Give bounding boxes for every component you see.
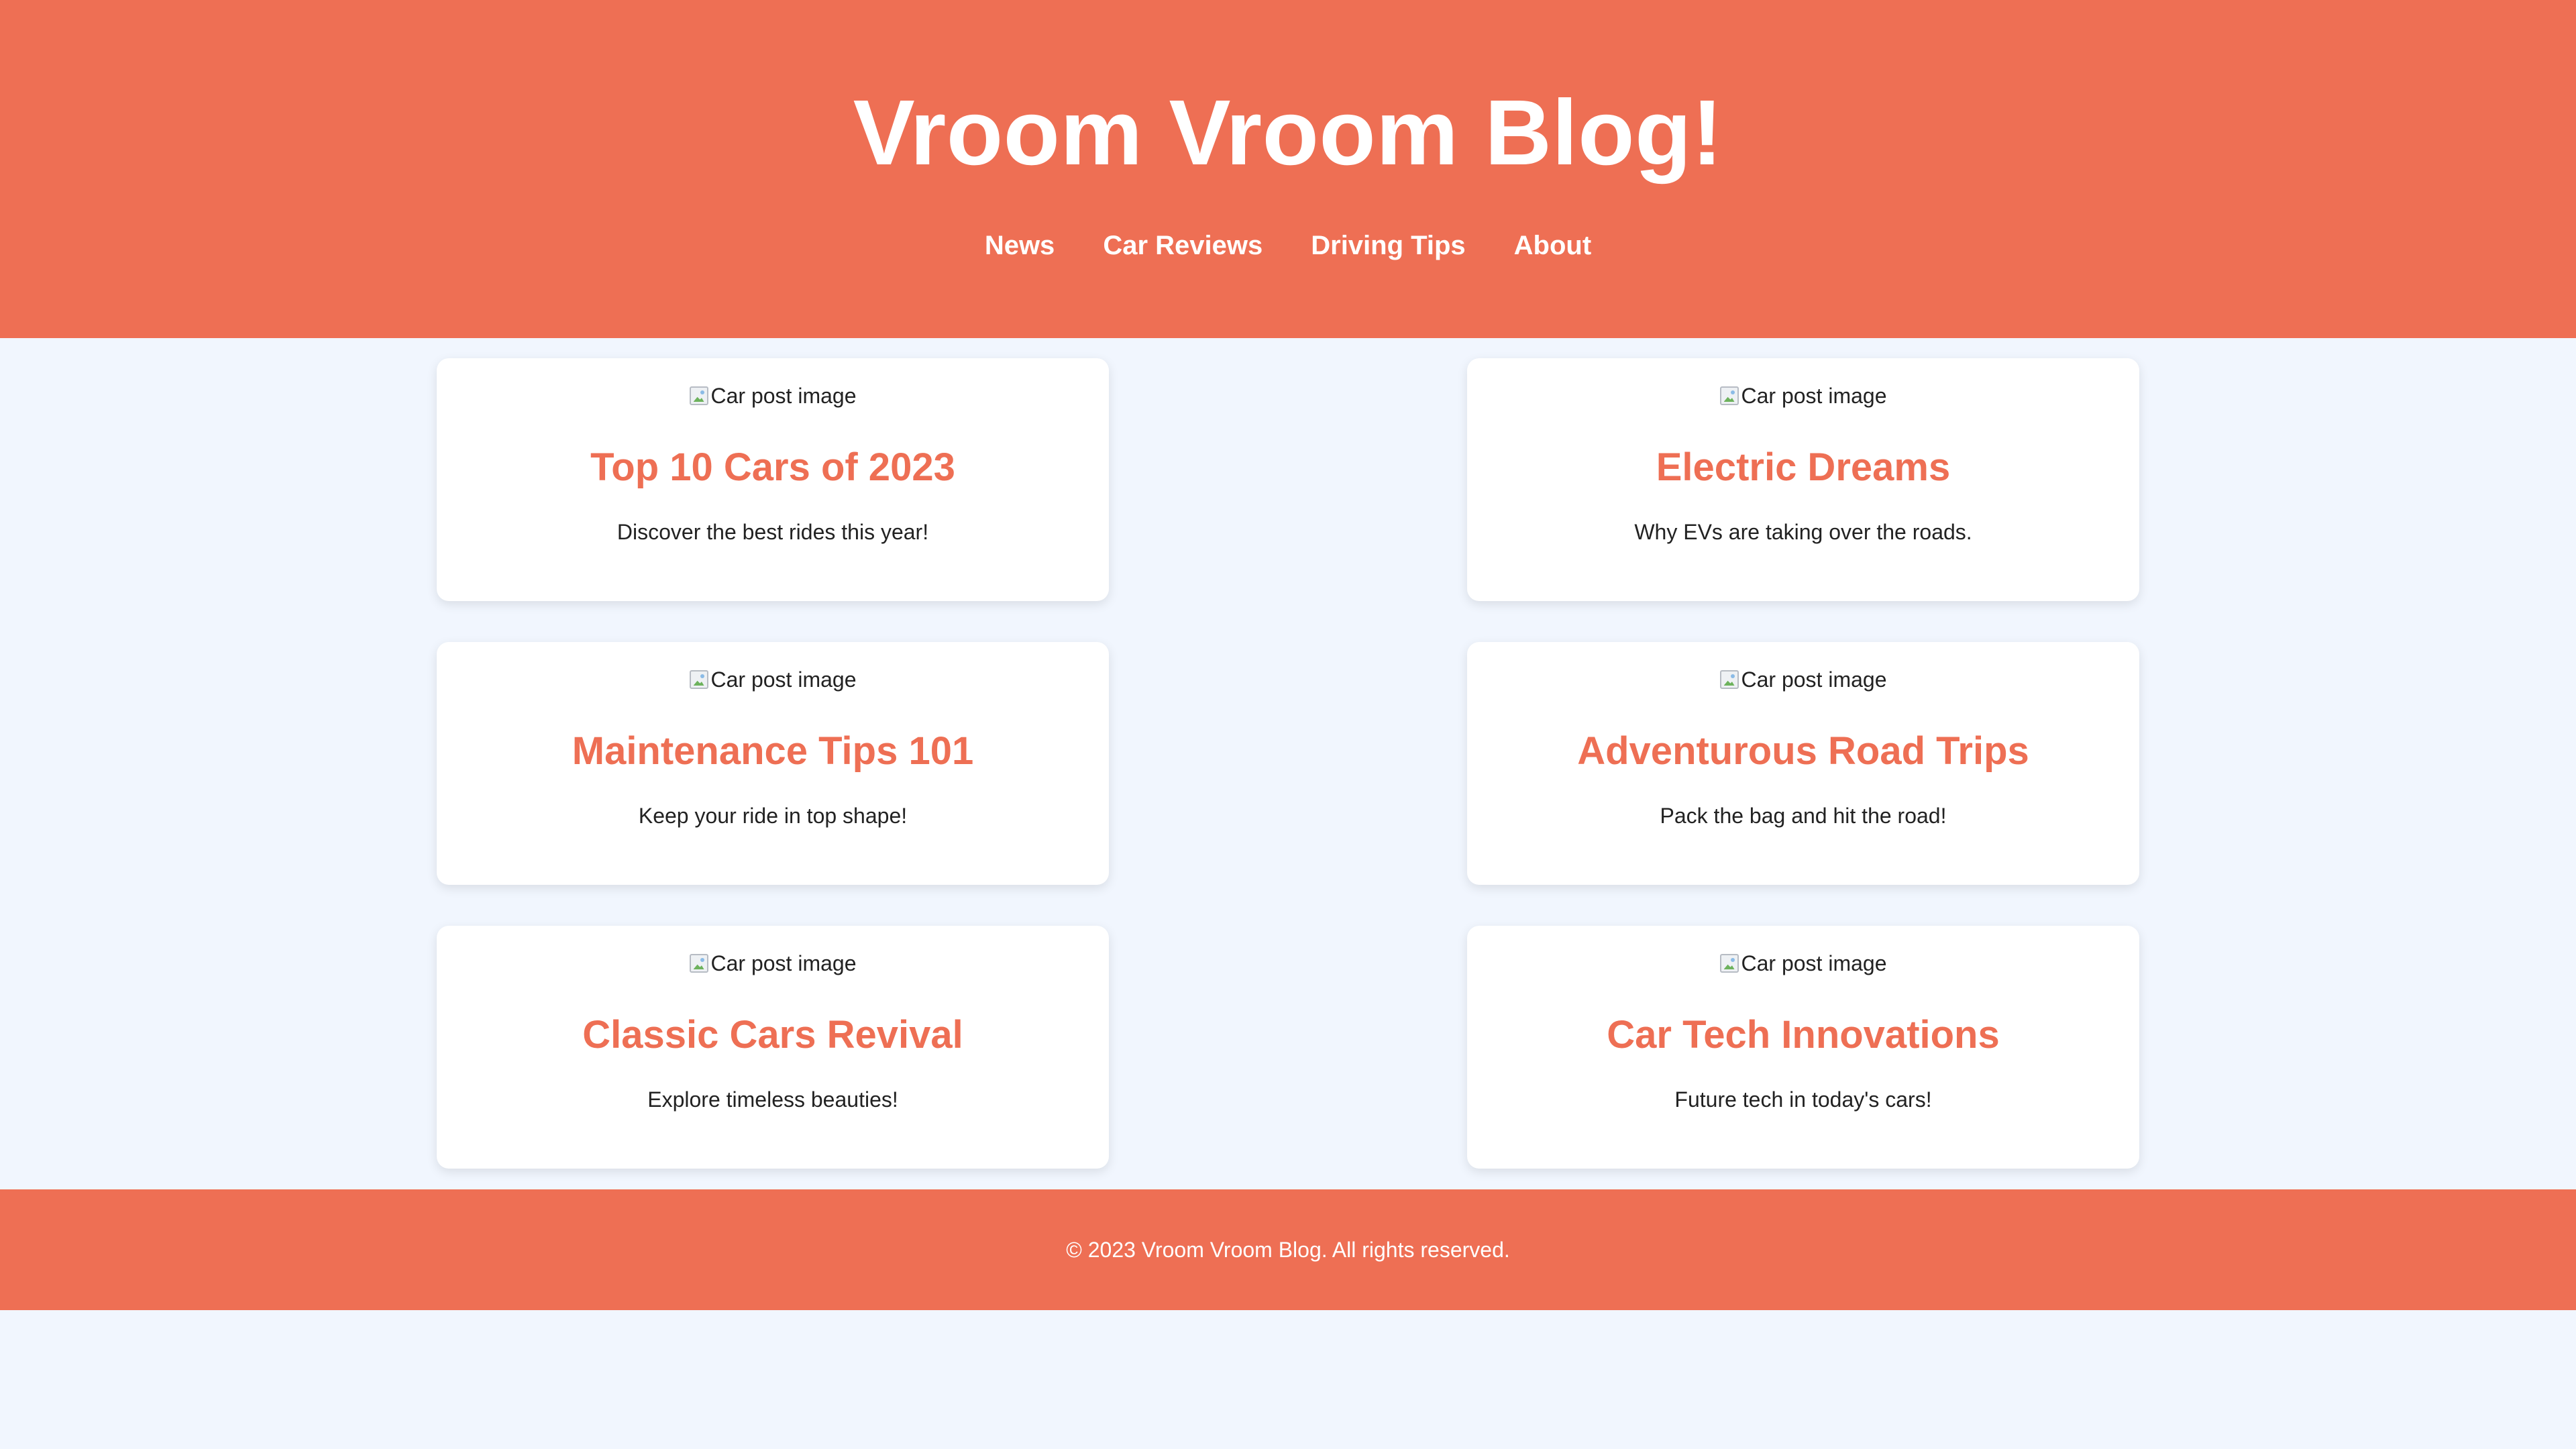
post-title[interactable]: Car Tech Innovations [1467,1014,2139,1057]
nav-link-about[interactable]: About [1514,232,1592,259]
broken-image-icon [1719,670,1739,689]
post-card[interactable]: Car post image Maintenance Tips 101 Keep… [437,642,1109,885]
post-description: Pack the bag and hit the road! [1660,803,1947,828]
broken-image-icon [689,386,708,405]
post-description: Future tech in today's cars! [1674,1087,1932,1112]
post-image: Car post image [689,384,857,408]
post-card[interactable]: Car post image Car Tech Innovations Futu… [1467,926,2139,1169]
post-card[interactable]: Car post image Classic Cars Revival Expl… [437,926,1109,1169]
post-image-alt-text: Car post image [1741,384,1887,408]
nav-link-driving-tips[interactable]: Driving Tips [1311,232,1465,259]
broken-image-icon [689,954,708,973]
broken-image-icon [1719,954,1739,973]
site-title: Vroom Vroom Blog! [853,81,1723,184]
post-description: Explore timeless beauties! [647,1087,898,1112]
post-card[interactable]: Car post image Top 10 Cars of 2023 Disco… [437,358,1109,601]
post-title[interactable]: Classic Cars Revival [437,1014,1109,1057]
main-nav: News Car Reviews Driving Tips About [0,232,2576,259]
post-description: Discover the best rides this year! [616,519,929,544]
footer-copyright: © 2023 Vroom Vroom Blog. All rights rese… [1066,1238,1510,1262]
broken-image-icon [1719,386,1739,405]
post-image-alt-text: Car post image [710,667,857,692]
post-image: Car post image [1719,667,1887,692]
post-image-alt-text: Car post image [1741,667,1887,692]
post-image: Car post image [689,951,857,975]
post-image: Car post image [1719,951,1887,975]
site-footer: © 2023 Vroom Vroom Blog. All rights rese… [0,1189,2576,1310]
post-image-alt-text: Car post image [710,951,857,975]
post-title[interactable]: Top 10 Cars of 2023 [437,446,1109,489]
post-description: Keep your ride in top shape! [638,803,908,828]
post-image-alt-text: Car post image [1741,951,1887,975]
post-title[interactable]: Maintenance Tips 101 [437,730,1109,773]
post-title[interactable]: Adventurous Road Trips [1467,730,2139,773]
post-card[interactable]: Car post image Adventurous Road Trips Pa… [1467,642,2139,885]
post-title[interactable]: Electric Dreams [1467,446,2139,489]
nav-link-news[interactable]: News [985,232,1055,259]
post-card[interactable]: Car post image Electric Dreams Why EVs a… [1467,358,2139,601]
post-image: Car post image [689,667,857,692]
post-image-alt-text: Car post image [710,384,857,408]
post-image: Car post image [1719,384,1887,408]
broken-image-icon [689,670,708,689]
posts-grid: Car post image Top 10 Cars of 2023 Disco… [0,338,2576,1189]
site-header: Vroom Vroom Blog! News Car Reviews Drivi… [0,0,2576,338]
nav-link-car-reviews[interactable]: Car Reviews [1103,232,1263,259]
post-description: Why EVs are taking over the roads. [1634,519,1972,544]
